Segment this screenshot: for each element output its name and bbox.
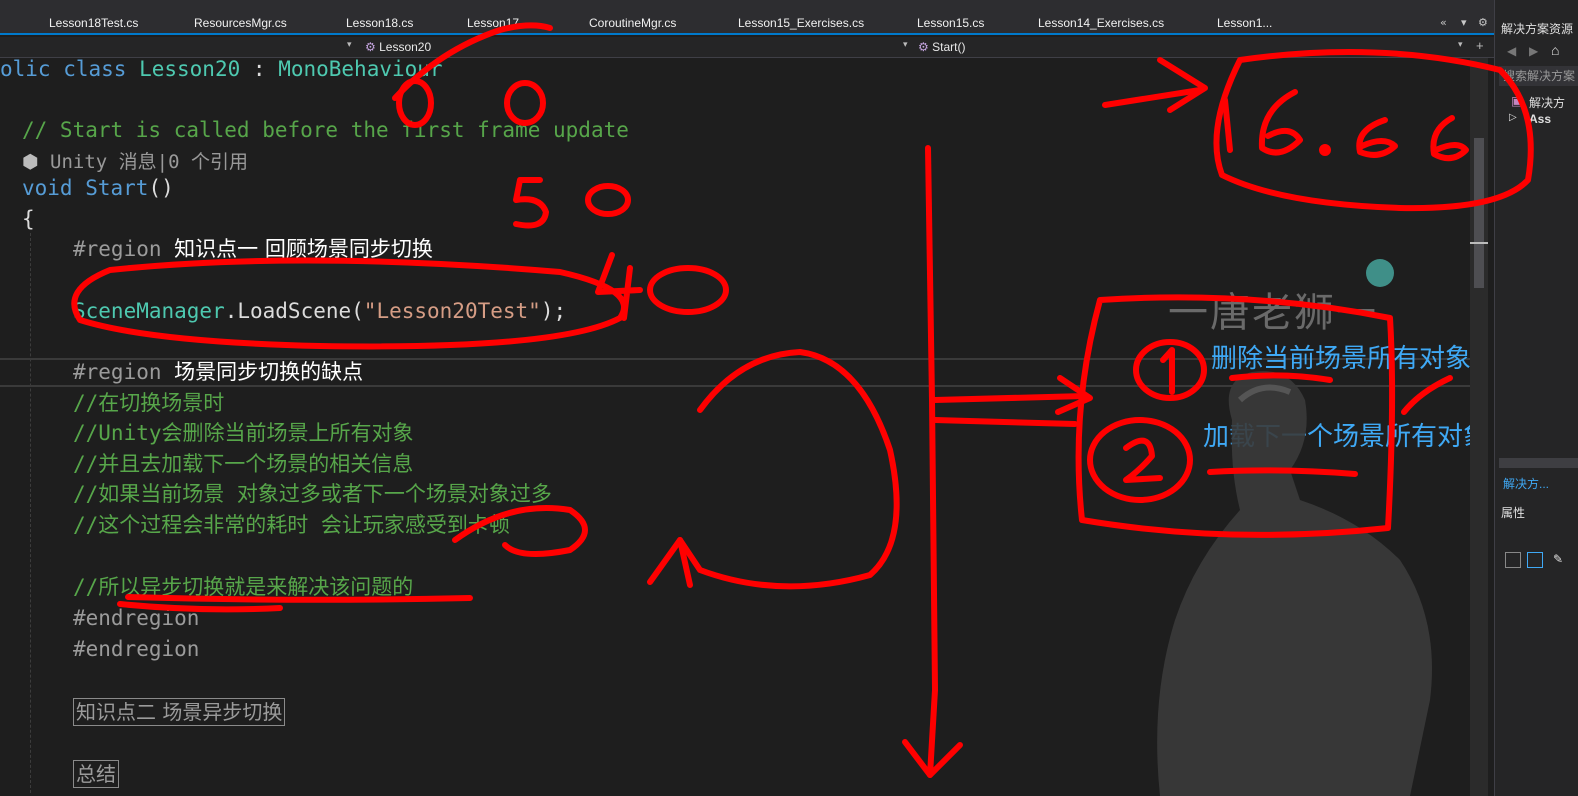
code-line-void-start: void Start() [22, 173, 174, 203]
tab-overflow-icon[interactable]: « [1440, 16, 1447, 29]
scene-string: "Lesson20Test" [363, 299, 541, 323]
expand-icon[interactable]: ▷ [1509, 112, 1517, 123]
tab-lesson15-exercises[interactable]: Lesson15_Exercises.cs [738, 16, 864, 30]
note-load-objects: 加载下一个场景所有对象 [1203, 422, 1470, 452]
collapsed-region-async[interactable]: 知识点二 场景异步切换 [73, 698, 286, 726]
class-keyword: class [63, 58, 127, 81]
alphabetical-icon[interactable] [1527, 552, 1543, 568]
code-comment-5: //这个过程会非常的耗时 会让玩家感受到卡顿 [73, 513, 510, 537]
codelens[interactable]: ⬢ Unity 消息|0 个引用 [22, 147, 248, 174]
call-end: ); [540, 299, 567, 323]
tab-lesson18test[interactable]: Lesson18Test.cs [49, 16, 138, 30]
panel-horizontal-scrollbar[interactable] [1499, 458, 1578, 468]
code-line-class: olic class Lesson20 : MonoBehaviour [0, 58, 443, 84]
method-member-label: Start() [932, 40, 966, 54]
void-keyword: void [22, 176, 73, 200]
navigation-bar: ▾ ⚙ Lesson20 ▾ ⚙ Start() ▾ + [0, 37, 1494, 58]
method-member-dropdown[interactable]: ⚙ Start() [918, 40, 965, 54]
cursor-avatar [1366, 259, 1394, 287]
class-member-label: Lesson20 [379, 40, 432, 54]
note-delete-objects: 删除当前场景所有对象 [1211, 344, 1470, 374]
home-icon[interactable]: ⌂ [1551, 42, 1559, 58]
properties-title: 属性 [1501, 506, 1526, 520]
tab-settings-icon[interactable]: ⚙ [1478, 16, 1488, 29]
unity-icon: ⬢ [22, 151, 39, 173]
forward-icon[interactable]: ▶ [1529, 44, 1538, 58]
watermark: 一唐老狮一 [1168, 290, 1378, 336]
loadscene-method: .LoadScene( [224, 299, 364, 323]
tab-lesson15[interactable]: Lesson15.cs [917, 16, 984, 30]
code-endregion-2: #endregion [73, 637, 200, 661]
code-comment-last: //所以异步切换就是来解决该问题的 [73, 575, 414, 599]
method-parens: () [148, 176, 174, 200]
region-1-title: 知识点一 回顾场景同步切换 [174, 237, 433, 261]
method-name: Start [85, 176, 149, 200]
project-dropdown-icon[interactable]: ▾ [347, 39, 352, 50]
code-editor[interactable]: olic class Lesson20 : MonoBehaviour // S… [0, 58, 1470, 796]
collapsed-region-summary[interactable]: 总结 [73, 760, 119, 788]
solution-icon: ▣ [1511, 94, 1523, 108]
region-2-title: 场景同步切换的缺点 [174, 360, 364, 384]
solution-search-input[interactable]: 搜索解决方案 [1499, 66, 1578, 86]
tab-lesson14-exercises[interactable]: Lesson14_Exercises.cs [1038, 16, 1164, 30]
wrench-icon[interactable]: ✎ [1553, 552, 1563, 566]
tree-item-solution[interactable]: 解决方 [1529, 94, 1565, 111]
document-tab-strip: Lesson18Test.cs ResourcesMgr.cs Lesson18… [0, 0, 1494, 35]
class-member-dropdown[interactable]: ⚙ Lesson20 [365, 40, 431, 54]
code-comment-4: //如果当前场景 对象过多或者下一个场景对象过多 [73, 482, 552, 506]
categorized-icon[interactable] [1505, 552, 1521, 568]
code-prefix: olic [0, 58, 64, 81]
tab-lesson1-truncated[interactable]: Lesson1... [1217, 16, 1272, 30]
indent-guide [30, 233, 31, 793]
tree-item-assembly[interactable]: Ass [1529, 112, 1551, 126]
tab-resourcesmgr[interactable]: ResourcesMgr.cs [194, 16, 287, 30]
region-2-keyword: #region [73, 360, 162, 384]
method-dropdown-icon[interactable]: ▾ [1458, 39, 1463, 50]
scrollbar-thumb[interactable] [1474, 138, 1484, 288]
back-icon[interactable]: ◀ [1507, 44, 1516, 58]
base-class: MonoBehaviour [278, 58, 443, 81]
code-comment-2: //Unity会删除当前场景上所有对象 [73, 421, 414, 445]
tab-lesson17[interactable]: Lesson17... [467, 16, 529, 30]
tab-lesson18[interactable]: Lesson18.cs [346, 16, 413, 30]
tab-dropdown-icon[interactable]: ▾ [1461, 16, 1467, 29]
editor-vertical-scrollbar[interactable] [1470, 58, 1488, 796]
code-region-1: #region 知识点一 回顾场景同步切换 [73, 234, 433, 264]
class-dropdown-icon[interactable]: ▾ [903, 39, 908, 50]
split-editor-icon[interactable]: + [1476, 38, 1484, 53]
code-comment-1: //在切换场景时 [73, 391, 225, 415]
class-colon: : [240, 58, 279, 81]
code-endregion-1: #endregion [73, 606, 200, 630]
bottom-tab-solution[interactable]: 解决方... [1503, 475, 1549, 492]
scenemanager-type: SceneManager [73, 299, 225, 323]
scroll-position-marker [1470, 242, 1488, 244]
solution-explorer-title: 解决方案资源 [1501, 22, 1574, 36]
region-1-keyword: #region [73, 237, 162, 261]
method-icon: ⚙ [918, 40, 929, 54]
code-loadscene-call: SceneManager.LoadScene("Lesson20Test"); [73, 296, 566, 326]
code-region-2: #region 场景同步切换的缺点 [73, 357, 363, 387]
code-comment-3: //并且去加载下一个场景的相关信息 [73, 452, 414, 476]
class-name: Lesson20 [139, 58, 241, 81]
code-comment-start: // Start is called before the first fram… [22, 118, 629, 142]
class-icon: ⚙ [365, 40, 376, 54]
solution-explorer-panel: 解决方案资源 ◀ ▶ ⌂ 搜索解决方案 ▣ 解决方 ▷ Ass 解决方... 属… [1494, 0, 1578, 796]
tab-coroutinemgr[interactable]: CoroutineMgr.cs [589, 16, 676, 30]
code-open-brace: { [22, 207, 35, 231]
codelens-text: Unity 消息|0 个引用 [50, 151, 248, 173]
